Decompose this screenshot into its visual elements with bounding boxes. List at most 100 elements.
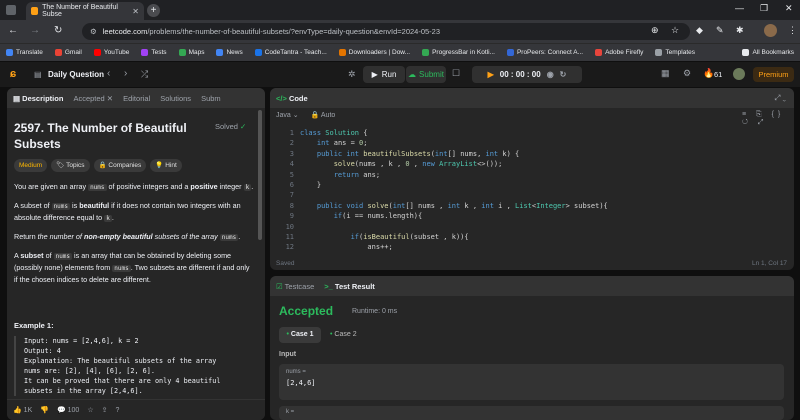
bookmark-maps[interactable]: Maps [173, 49, 211, 56]
tab-testcase[interactable]: ☑ Testcase [276, 282, 314, 291]
timer-play-icon[interactable]: ▶ [488, 70, 494, 79]
desc-paragraph-1: You are given an array nums of positive … [14, 182, 254, 191]
leetcode-logo-icon[interactable]: ɕ [10, 68, 16, 80]
favorite-star-icon[interactable]: ☆ [87, 406, 93, 414]
reset-icon[interactable]: ↻ [560, 70, 567, 79]
share-icon[interactable]: ⇪ [102, 406, 108, 414]
next-problem-icon[interactable]: › [124, 68, 127, 79]
close-tab-icon[interactable]: ✕ [132, 7, 139, 16]
line-number: 10 [285, 222, 294, 231]
expand-icon[interactable]: ⤢ ⌄ [774, 93, 794, 103]
profile-avatar[interactable] [764, 24, 777, 37]
description-icon: ▤ [13, 93, 23, 103]
line-number: 11 [285, 233, 294, 242]
notes-icon[interactable]: ☐ [452, 68, 460, 79]
auto-mode[interactable]: 🔒 Auto [311, 111, 336, 119]
templates-icon [655, 49, 663, 56]
bookmark-codetantra[interactable]: CodeTantra - Teach... [249, 49, 333, 56]
dislike-icon[interactable]: 👎 [40, 406, 49, 414]
tab-solutions[interactable]: Solutions [160, 94, 191, 103]
extensions-puzzle-icon[interactable]: ✱ [736, 25, 744, 36]
forward-icon[interactable]: → [30, 25, 40, 36]
eye-icon[interactable]: ◉ [547, 70, 554, 79]
submit-button[interactable]: ☁ Submit [406, 66, 446, 83]
settings-icon[interactable]: ⚙ [683, 68, 691, 79]
debug-icon[interactable]: ✲ [348, 69, 356, 80]
companies-tag[interactable]: 🔒 Companies [93, 159, 147, 172]
streak-fire-icon[interactable]: 🔥 [703, 68, 714, 79]
case-2-tab[interactable]: • Case 2 [330, 327, 357, 343]
user-avatar[interactable] [733, 68, 745, 80]
topics-tag[interactable]: 🏷 Topics [51, 159, 90, 172]
bookmark-star-icon[interactable]: ☆ [671, 25, 679, 36]
code-header: </> Code ⤢ ⌄ [270, 88, 794, 108]
line-number: 5 [289, 170, 294, 179]
example-line: Explanation: The beautiful subsets of th… [24, 357, 217, 365]
close-window-icon[interactable]: ✕ [785, 3, 793, 14]
hint-tag[interactable]: 💡 Hint [150, 159, 182, 172]
tab-test-result[interactable]: >_ Test Result [324, 282, 375, 291]
code-panel: </> Code ⤢ ⌄ Java ⌄ 🔒 Auto ≡ ⎘ {} ↺ ⤢ 1234… [270, 88, 794, 270]
code-tab[interactable]: </> Code [276, 94, 308, 103]
chrome-menu-icon[interactable]: ⋮ [788, 25, 797, 36]
all-bookmarks[interactable]: All Bookmarks [736, 49, 800, 56]
tab-submissions[interactable]: Subm [201, 94, 221, 103]
example-line: It can be proved that there are only 4 b… [24, 377, 221, 385]
code-icon: </> [276, 93, 289, 103]
minimize-icon[interactable]: — [735, 3, 744, 13]
bookmark-propeers[interactable]: ProPeers: Connect A... [501, 49, 589, 56]
bookmark-youtube[interactable]: YouTube [88, 49, 136, 56]
reload-icon[interactable]: ↻ [54, 25, 62, 36]
save-status: Saved [276, 260, 295, 267]
code-editor[interactable]: class Solution { int ans = 0; public int… [300, 128, 608, 253]
like-button[interactable]: 👍 1K [13, 406, 32, 414]
prev-problem-icon[interactable]: ‹ [107, 68, 110, 79]
bookmark-templates[interactable]: Templates [649, 49, 701, 56]
back-icon[interactable]: ← [8, 25, 18, 36]
layout-icon[interactable]: ▦ [661, 68, 670, 79]
language-select[interactable]: Java ⌄ [276, 111, 299, 119]
editor-actions[interactable]: ≡ ⎘ {} ↺ ⤢ [742, 111, 794, 127]
bookmark-adobe-firefly[interactable]: Adobe Firefly [589, 49, 649, 56]
propeers-icon [506, 49, 514, 56]
zoom-icon[interactable]: ⊕ [651, 25, 659, 36]
tab-editorial[interactable]: Editorial [123, 94, 150, 103]
daily-question-title[interactable]: Daily Question [48, 70, 104, 79]
maximize-icon[interactable]: ❐ [760, 3, 768, 14]
problem-title[interactable]: 2597. The Number of Beautiful Subsets [14, 120, 194, 152]
address-bar[interactable]: ⚙ leetcode.com/problems/the-number-of-bea… [82, 23, 690, 40]
difficulty-badge: Medium [14, 159, 48, 172]
extension-icon[interactable]: ◆ [696, 25, 703, 36]
bookmark-translate[interactable]: Translate [0, 49, 49, 56]
line-number: 12 [285, 243, 294, 252]
bookmark-tests[interactable]: Tests [135, 49, 172, 56]
feedback-icon[interactable]: ? [115, 407, 119, 414]
input-nums-name: nums = [286, 369, 306, 375]
case-1-tab[interactable]: • Case 1 [279, 327, 321, 343]
bookmark-gmail[interactable]: Gmail [49, 49, 88, 56]
run-button[interactable]: ▶ Run [363, 66, 405, 83]
description-scrollbar[interactable] [258, 110, 262, 240]
example-line: Output: 4 [24, 347, 61, 355]
bookmark-news[interactable]: News [210, 49, 248, 56]
new-tab-button[interactable]: + [147, 4, 160, 17]
shuffle-icon[interactable]: ⤮ [141, 69, 148, 80]
browser-tab[interactable]: The Number of Beautiful Subse ✕ [26, 2, 144, 20]
bookmark-progressbar[interactable]: ProgressBar in Kotli... [416, 49, 501, 56]
example-title: Example 1: [14, 321, 54, 330]
tab-search-icon[interactable] [6, 5, 16, 15]
timer-widget[interactable]: ▶ 00 : 00 : 00 ◉ ↻ [472, 66, 582, 83]
tab-description[interactable]: ▤ Description [13, 94, 63, 103]
site-info-icon[interactable]: ⚙ [90, 27, 97, 36]
problem-list-icon[interactable]: ▤ [34, 70, 42, 79]
bookmark-downloaders[interactable]: Downloaders | Dow... [333, 49, 416, 56]
tab-accepted[interactable]: Accepted ✕ [73, 94, 113, 103]
pen-icon[interactable]: ✎ [716, 25, 724, 36]
folder-icon [742, 49, 750, 56]
premium-button[interactable]: Premium [753, 67, 794, 82]
comments-button[interactable]: 💬 100 [57, 406, 79, 414]
example-box: Input: nums = [2,4,6], k = 2 Output: 4 Exp… [14, 336, 254, 396]
line-number: 1 [289, 129, 294, 137]
line-number: 3 [289, 149, 294, 158]
solved-status: Solved ✓ [215, 122, 247, 131]
